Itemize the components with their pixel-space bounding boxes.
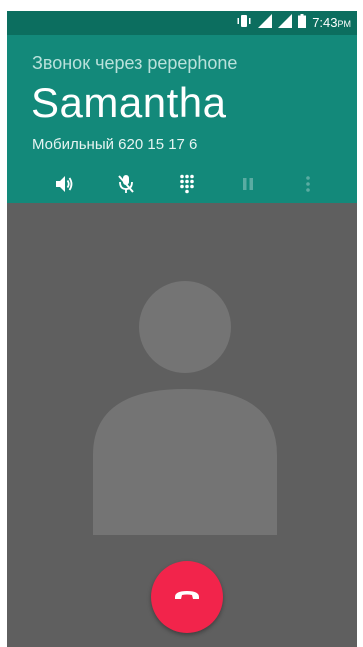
pause-icon	[242, 177, 254, 196]
contact-avatar-placeholder	[93, 265, 277, 535]
caller-number: Мобильный 620 15 17 6	[32, 136, 198, 153]
status-time: 7:43PM	[312, 14, 352, 30]
more-vert-icon	[305, 175, 311, 198]
mute-button[interactable]	[113, 173, 139, 199]
hold-button[interactable]	[235, 173, 261, 199]
battery-icon	[298, 13, 307, 33]
status-icons: 7:43PM	[236, 13, 352, 33]
call-body	[7, 203, 357, 647]
speaker-icon	[55, 175, 75, 198]
signal-icon	[278, 13, 293, 33]
end-call-icon	[174, 588, 200, 606]
call-header: Звонок через pepephone Samantha Мобильны…	[7, 35, 357, 203]
caller-name: Samantha	[31, 79, 227, 126]
status-ampm: PM	[337, 18, 352, 29]
dialpad-icon	[179, 174, 195, 199]
more-options-button[interactable]	[295, 173, 321, 199]
call-via-label: Звонок через pepephone	[32, 53, 238, 73]
mute-icon	[117, 174, 135, 199]
status-bar: 7:43PM	[7, 11, 357, 35]
vibrate-icon	[236, 14, 252, 33]
signal-icon	[258, 13, 273, 33]
call-controls	[7, 173, 357, 199]
in-call-screen: 7:43PM Звонок через pepephone Samantha М…	[7, 11, 357, 647]
end-call-button[interactable]	[151, 561, 223, 633]
dialpad-button[interactable]	[174, 173, 200, 199]
speaker-button[interactable]	[52, 173, 78, 199]
